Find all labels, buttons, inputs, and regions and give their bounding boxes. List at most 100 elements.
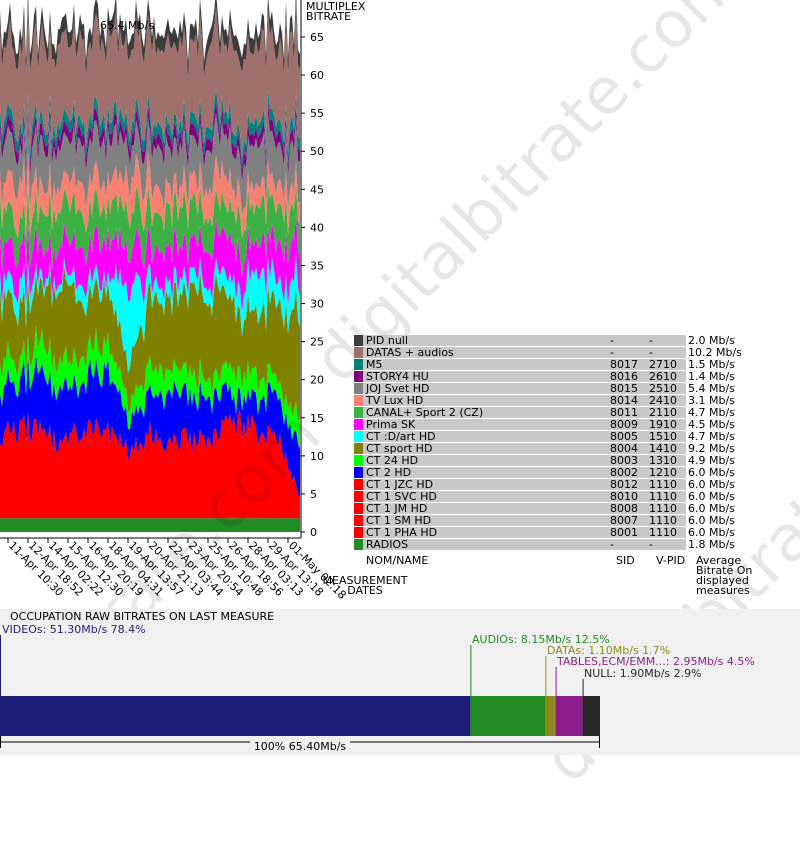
occupation-segment xyxy=(555,696,583,736)
legend-swatch xyxy=(354,539,363,550)
legend-vpid: 1110 xyxy=(647,515,686,526)
legend-sid: 8010 xyxy=(608,491,647,502)
legend-vpid: 1110 xyxy=(647,527,686,538)
legend-vpid: 1310 xyxy=(647,455,686,466)
legend-bitrate: 4.9 Mb/s xyxy=(688,454,735,467)
legend-swatch xyxy=(354,527,363,538)
occupation-segment xyxy=(0,696,471,736)
legend-sid: 8012 xyxy=(608,479,647,490)
y-tick-label: 55 xyxy=(310,107,324,120)
x-axis: 11-Apr 10:3012-Apr 18:5214-Apr 02:2215-A… xyxy=(0,537,349,602)
legend-vpid: 2610 xyxy=(647,371,686,382)
y-tick-label: 15 xyxy=(310,412,324,425)
legend-bitrate: 10.2 Mb/s xyxy=(688,346,742,359)
legend-name: CT 1 SM HD xyxy=(363,515,608,526)
legend-bitrate: 6.0 Mb/s xyxy=(688,514,735,527)
legend-vpid: - xyxy=(647,539,686,550)
legend-swatch xyxy=(354,371,363,382)
legend-swatch xyxy=(354,455,363,466)
legend-name: DATAS + audios xyxy=(363,347,608,358)
legend-bitrate: 6.0 Mb/s xyxy=(688,466,735,479)
legend-row: CT 1 SM HD 8007 1110 6.0 Mb/s xyxy=(354,515,745,526)
x-axis-title: MEASUREMENT DATES xyxy=(322,574,408,597)
legend-swatch xyxy=(354,335,363,346)
legend-bitrate: 5.4 Mb/s xyxy=(688,382,735,395)
legend-name: STORY4 HU xyxy=(363,371,608,382)
legend-name: CT sport HD xyxy=(363,443,608,454)
legend-sid: 8007 xyxy=(608,515,647,526)
legend-swatch xyxy=(354,443,363,454)
legend-sid: 8005 xyxy=(608,431,647,442)
legend-swatch xyxy=(354,479,363,490)
legend-row: CT 1 PHA HD 8001 1110 6.0 Mb/s xyxy=(354,527,745,538)
occupation-segment xyxy=(470,696,546,736)
stacked-areas xyxy=(0,0,300,532)
legend-sid: 8001 xyxy=(608,527,647,538)
y-tick-label: 20 xyxy=(310,374,324,387)
legend-sid: 8011 xyxy=(608,407,647,418)
legend-vpid: 2110 xyxy=(647,407,686,418)
legend-swatch xyxy=(354,515,363,526)
legend-name: TV Lux HD xyxy=(363,395,608,406)
legend-row: CT 1 SVC HD 8010 1110 6.0 Mb/s xyxy=(354,491,745,502)
legend-name: PID null xyxy=(363,335,608,346)
legend-row: JOJ Svet HD 8015 2510 5.4 Mb/s xyxy=(354,383,745,394)
legend-sid: - xyxy=(608,335,647,346)
legend-sid: 8015 xyxy=(608,383,647,394)
occupation-label: VIDEOs: 51.30Mb/s 78.4% xyxy=(2,623,146,636)
legend-sid: - xyxy=(608,539,647,550)
legend-name: CT 1 JZC HD xyxy=(363,479,608,490)
legend-row: TV Lux HD 8014 2410 3.1 Mb/s xyxy=(354,395,745,406)
legend-swatch xyxy=(354,419,363,430)
legend-bitrate: 4.7 Mb/s xyxy=(688,406,735,419)
y-tick-label: 60 xyxy=(310,69,324,82)
legend-vpid: 2710 xyxy=(647,359,686,370)
legend-vpid: 1110 xyxy=(647,479,686,490)
legend-vpid: 1210 xyxy=(647,467,686,478)
legend-vpid: 2410 xyxy=(647,395,686,406)
occupation-panel: OCCUPATION RAW BITRATES ON LAST MEASURE … xyxy=(0,609,800,755)
chart-title: 65.4 Mb/s xyxy=(100,19,154,32)
occupation-segment xyxy=(582,696,600,736)
legend-row: M5 8017 2710 1.5 Mb/s xyxy=(354,359,745,370)
legend-name: CT 1 JM HD xyxy=(363,503,608,514)
legend-name: CT 1 PHA HD xyxy=(363,527,608,538)
y-tick-label: 5 xyxy=(310,488,317,501)
legend-sid: 8003 xyxy=(608,455,647,466)
legend-vpid: 1510 xyxy=(647,431,686,442)
y-tick-label: 50 xyxy=(310,145,324,158)
legend-vpid: 2510 xyxy=(647,383,686,394)
y-tick-label: 45 xyxy=(310,183,324,196)
legend-sid: 8004 xyxy=(608,443,647,454)
legend-swatch xyxy=(354,359,363,370)
y-tick-label: 35 xyxy=(310,259,324,272)
legend-swatch xyxy=(354,395,363,406)
legend-vpid: 1910 xyxy=(647,419,686,430)
legend-vpid: - xyxy=(647,335,686,346)
legend-table: PID null - -2.0 Mb/s DATAS + audios - -10.2 M… xyxy=(354,334,745,551)
legend-sid: 8002 xyxy=(608,467,647,478)
legend-sid: - xyxy=(608,347,647,358)
legend-vpid: 1110 xyxy=(647,503,686,514)
occupation-total-text: 100% 65.40Mb/s xyxy=(249,740,351,753)
legend-bitrate: 6.0 Mb/s xyxy=(688,502,735,515)
legend-row: STORY4 HU 8016 2610 1.4 Mb/s xyxy=(354,371,745,382)
legend-header-sid: SID xyxy=(616,554,635,567)
occupation-bar: VIDEOs: 51.30Mb/s 78.4%AUDIOs: 8.15Mb/s … xyxy=(0,623,755,748)
y-axis: 0 5 10 15 20 25 30 35 40 45 50 55 60 65 xyxy=(300,0,324,539)
legend-bitrate: 1.5 Mb/s xyxy=(688,358,735,371)
legend-row: RADIOS - -1.8 Mb/s xyxy=(354,539,745,550)
legend-row: CT 24 HD 8003 1310 4.9 Mb/s xyxy=(354,455,745,466)
legend-name: CT 1 SVC HD xyxy=(363,491,608,502)
legend-bitrate: 1.8 Mb/s xyxy=(688,538,735,551)
legend-swatch xyxy=(354,347,363,358)
legend-swatch xyxy=(354,407,363,418)
legend-bitrate: 6.0 Mb/s xyxy=(688,490,735,503)
legend-row: Prima SK 8009 1910 4.5 Mb/s xyxy=(354,419,745,430)
legend-row: CT sport HD 8004 1410 9.2 Mb/s xyxy=(354,443,745,454)
legend-bitrate: 9.2 Mb/s xyxy=(688,442,735,455)
y-tick-label: 30 xyxy=(310,298,324,311)
legend-name: Prima SK xyxy=(363,419,608,430)
legend-row: CT :D/art HD 8005 1510 4.7 Mb/s xyxy=(354,431,745,442)
legend-bitrate: 1.4 Mb/s xyxy=(688,370,735,383)
